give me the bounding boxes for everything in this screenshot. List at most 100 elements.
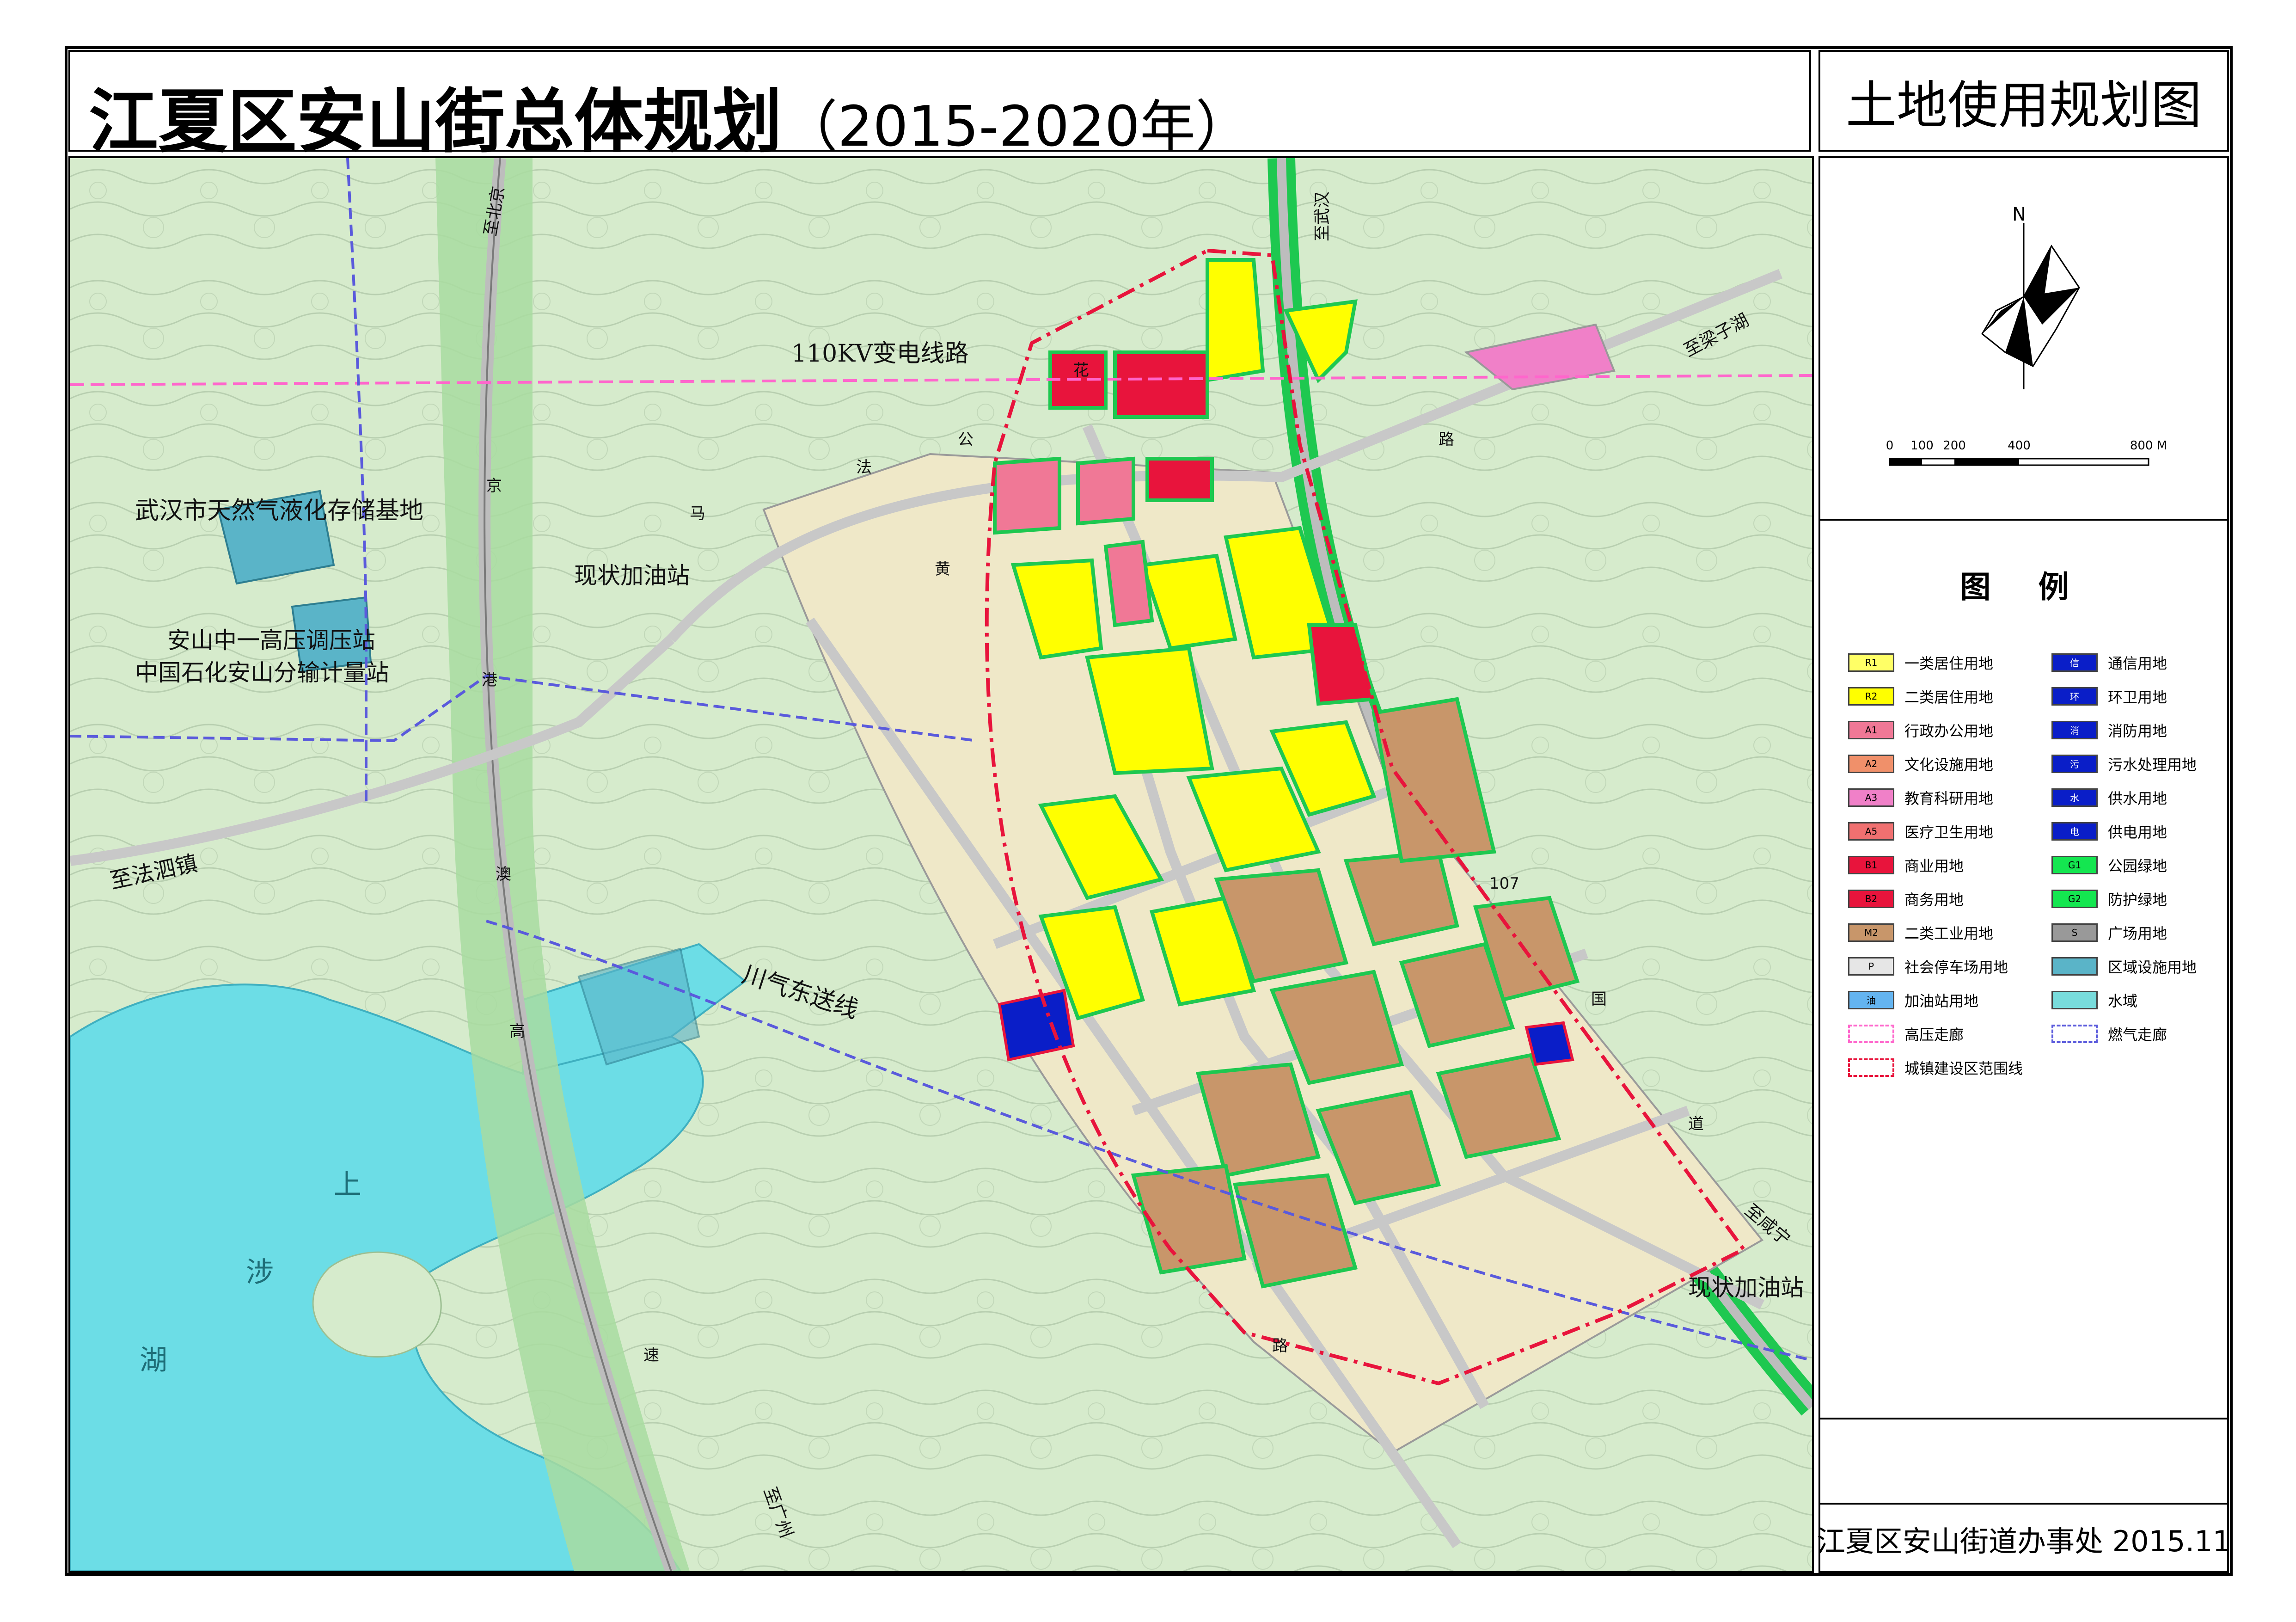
- side-panel: N 0 100 200 400 800 M 图 例 R1 一类居住用地 R2 二类居住…: [1817, 156, 2231, 1573]
- huafa-char-2: 法: [856, 458, 872, 477]
- legend-swatch: 环: [2051, 687, 2098, 706]
- label-power-line: 110KV变电线路: [791, 340, 969, 368]
- legend-column-left: R1 一类居住用地 R2 二类居住用地 A1 行政办公用地 A2 文化设施用地 A3 教育科研用地…: [1848, 645, 2042, 1084]
- legend-item: B1 商业用地: [1848, 848, 2042, 882]
- legend-label: 文化设施用地: [1904, 756, 1994, 774]
- scale-tick-200: 200: [1943, 439, 1966, 453]
- map-title: 江夏区安山街总体规划（2015-2020年）: [89, 66, 1251, 166]
- legend-swatch: 消: [2051, 720, 2098, 739]
- label-to-wuhan: 至武汉: [1313, 191, 1332, 241]
- legend-item: R2 二类居住用地: [1848, 679, 2042, 713]
- legend-item: 环环卫用地: [2051, 679, 2246, 713]
- legend-swatch: R1: [1848, 653, 1894, 672]
- legend-label: 加油站用地: [1904, 992, 1979, 1010]
- lake-char-1: 上: [334, 1168, 361, 1201]
- legend-item: A3 教育科研用地: [1848, 780, 2042, 814]
- north-label: N: [2012, 204, 2026, 225]
- legend-label: 供电用地: [2108, 823, 2167, 841]
- legend-swatch: A1: [1848, 720, 1894, 739]
- legend-swatch: B2: [1848, 889, 1894, 908]
- guodao-char-2: 国: [1591, 990, 1607, 1008]
- land-use-map: 110KV变电线路 武汉市天然气液化存储基地 安山中一高压调压站 中国石化安山分…: [70, 158, 1812, 1571]
- legend-swatch: 水: [2051, 788, 2098, 807]
- mahuang-char-1: 马: [690, 504, 705, 523]
- legend-item: 城镇建设区范围线: [1848, 1051, 2042, 1084]
- label-pressure-station: 安山中一高压调压站: [167, 627, 375, 654]
- lake-char-2: 涉: [246, 1256, 274, 1289]
- compass-svg: N 0 100 200 400 800 M: [1886, 204, 2167, 466]
- mahuang-char-2: 黄: [935, 560, 950, 578]
- legend-swatch: P: [1848, 957, 1894, 976]
- legend-item: 信通信用地: [2051, 645, 2246, 679]
- legend-swatch: G2: [2051, 889, 2098, 908]
- label-metering-station: 中国石化安山分输计量站: [135, 659, 389, 686]
- legend-item: B2 商务用地: [1848, 882, 2042, 915]
- legend-label: 社会停车场用地: [1904, 958, 2008, 976]
- legend-label: 通信用地: [2108, 654, 2167, 672]
- legend-swatch: B1: [1848, 855, 1894, 874]
- legend-label: 供水用地: [2108, 789, 2167, 807]
- legend-item: A2 文化设施用地: [1848, 747, 2042, 780]
- legend-item: 区域设施用地: [2051, 949, 2246, 983]
- legend-swatch: [1848, 1058, 1894, 1077]
- label-lng-base: 武汉市天然气液化存储基地: [135, 497, 423, 525]
- legend-label: 二类居住用地: [1904, 688, 1994, 706]
- scale-tick-800: 800 M: [2130, 439, 2167, 453]
- legend-label: 城镇建设区范围线: [1904, 1059, 2023, 1077]
- legend-swatch: 油: [1848, 990, 1894, 1009]
- legend-item: P 社会停车场用地: [1848, 949, 2042, 983]
- legend-item: 污污水处理用地: [2051, 747, 2246, 780]
- legend-label: 污水处理用地: [2108, 756, 2197, 774]
- legend-label: 二类工业用地: [1904, 924, 1994, 942]
- legend-item: 高压走廊: [1848, 1017, 2042, 1051]
- title-bar: 江夏区安山街总体规划（2015-2020年）: [68, 50, 1811, 162]
- legend-swatch: [2051, 957, 2098, 976]
- expressway-char-3: 澳: [496, 865, 511, 884]
- legend-label: 燃气走廊: [2108, 1026, 2167, 1044]
- legend-item: G2 防护绿地: [2051, 882, 2246, 915]
- scale-tick-100: 100: [1910, 439, 1934, 453]
- legend-item: 水域: [2051, 983, 2246, 1017]
- legend-swatch: [2051, 990, 2098, 1009]
- expressway-char-4: 高: [509, 1022, 525, 1041]
- legend-label: 防护绿地: [2108, 891, 2167, 909]
- expressway-char-5: 速: [643, 1346, 659, 1364]
- title-text: 江夏区安山街总体规划: [89, 82, 783, 162]
- huafa-char-1: 花: [1073, 361, 1089, 380]
- legend-item: 水供水用地: [2051, 780, 2246, 814]
- lake-island: [312, 1251, 442, 1358]
- legend-swatch: 电: [2051, 822, 2098, 841]
- legend-swatch: 信: [2051, 653, 2098, 672]
- legend-item: 燃气走廊: [2051, 1017, 2246, 1051]
- guodao-char-1: 107: [1489, 874, 1519, 893]
- subtitle-bar: 土地使用规划图: [1818, 50, 2229, 152]
- legend: 图 例 R1 一类居住用地 R2 二类居住用地 A1 行政办公用地 A2 文化设施用地 A3 教育…: [1820, 521, 2227, 1419]
- legend-label: 医疗卫生用地: [1904, 823, 1994, 841]
- legend-label: 高压走廊: [1904, 1026, 1964, 1044]
- label-gas-station-2: 现状加油站: [1688, 1274, 1804, 1301]
- title-years: （2015-2020年）: [782, 95, 1251, 159]
- legend-label: 广场用地: [2108, 924, 2167, 942]
- legend-swatch: S: [2051, 923, 2098, 942]
- mahuang-char-3: 路: [1272, 1337, 1288, 1355]
- label-gas-station-1: 现状加油站: [574, 562, 690, 589]
- legend-swatch: [1848, 1024, 1894, 1043]
- scale-bar: 0 100 200 400 800 M: [1886, 439, 2167, 466]
- footer-bar: 江夏区安山街道办事处 2015.11: [1817, 1503, 2231, 1573]
- legend-swatch: G1: [2051, 855, 2098, 874]
- legend-label: 消防用地: [2108, 722, 2167, 740]
- legend-item: A1 行政办公用地: [1848, 713, 2042, 747]
- legend-label: 行政办公用地: [1904, 722, 1994, 740]
- legend-swatch: A3: [1848, 788, 1894, 807]
- legend-label: 商业用地: [1904, 857, 1964, 875]
- legend-title: 图 例: [1960, 569, 2088, 605]
- map-subtitle: 土地使用规划图: [1846, 76, 2202, 135]
- legend-item: R1 一类居住用地: [1848, 645, 2042, 679]
- huafa-char-3: 公: [958, 430, 974, 449]
- legend-label: 一类居住用地: [1904, 654, 1994, 672]
- guodao-char-3: 道: [1688, 1115, 1704, 1133]
- map-area: 110KV变电线路 武汉市天然气液化存储基地 安山中一高压调压站 中国石化安山分…: [68, 156, 1814, 1573]
- legend-item: 电供电用地: [2051, 814, 2246, 848]
- legend-label: 教育科研用地: [1904, 789, 1994, 807]
- scale-tick-0: 0: [1886, 439, 1894, 453]
